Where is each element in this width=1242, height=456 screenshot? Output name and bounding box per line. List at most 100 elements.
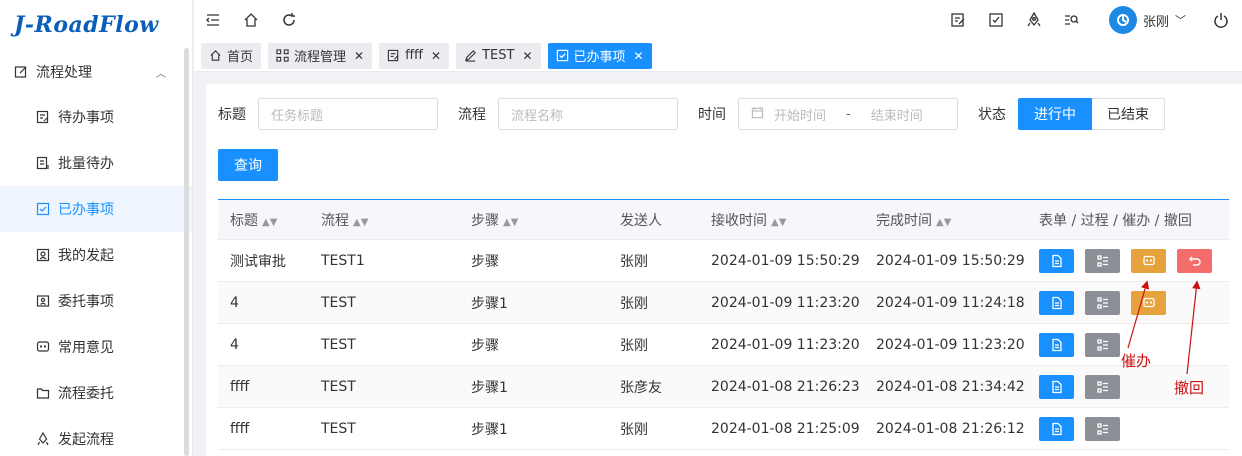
- sidebar-item-2[interactable]: 已办事项: [0, 186, 192, 232]
- close-icon[interactable]: ✕: [522, 49, 532, 63]
- cell-flow: TEST1: [321, 252, 365, 269]
- menu-group-flow[interactable]: 流程处理 ︿: [0, 50, 192, 94]
- urge-button[interactable]: [1131, 248, 1166, 273]
- cell-title: 测试审批: [230, 253, 286, 270]
- row-actions: [1028, 416, 1228, 441]
- column-header-2[interactable]: 步骤 ▲▼: [459, 210, 608, 230]
- column-header-0[interactable]: 标题 ▲▼: [218, 210, 309, 230]
- cell-completed: 2024-01-09 11:23:20: [876, 336, 1025, 353]
- process-button[interactable]: [1085, 290, 1120, 315]
- sidebar-item-3[interactable]: 我的发起: [0, 232, 192, 278]
- cell-step: 步骤1: [471, 295, 508, 312]
- sidebar-item-5[interactable]: 常用意见: [0, 324, 192, 370]
- column-header-4[interactable]: 接收时间 ▲▼: [699, 210, 864, 230]
- tab-1[interactable]: 流程管理 ✕: [268, 42, 373, 69]
- column-header-5[interactable]: 完成时间 ▲▼: [864, 210, 1028, 230]
- sort-icon[interactable]: ▲▼: [771, 217, 786, 228]
- chevron-down-icon[interactable]: ﹀: [1175, 12, 1186, 28]
- urge-button[interactable]: [1131, 290, 1166, 315]
- sidebar-item-4[interactable]: 委托事项: [0, 278, 192, 324]
- sidebar-item-0[interactable]: 待办事项: [0, 94, 192, 140]
- process-button[interactable]: [1085, 374, 1120, 399]
- form-button[interactable]: [1039, 290, 1074, 315]
- column-header-label: 标题: [230, 212, 258, 229]
- menu-group-label: 流程处理: [36, 65, 92, 81]
- process-button[interactable]: [1085, 332, 1120, 357]
- cell-step: 步骤: [471, 337, 499, 354]
- edit-note-icon[interactable]: [949, 11, 967, 29]
- query-button[interactable]: 查询: [218, 149, 278, 181]
- home-icon[interactable]: [242, 11, 260, 29]
- rocket-icon[interactable]: [1025, 11, 1043, 29]
- close-icon[interactable]: ✕: [354, 49, 364, 63]
- sort-icon[interactable]: ▲▼: [936, 217, 951, 228]
- chevron-up-icon[interactable]: ︿: [156, 65, 166, 80]
- column-header-1[interactable]: 流程 ▲▼: [309, 210, 459, 230]
- cell-step: 步骤1: [471, 421, 508, 438]
- cell-sender: 张刚: [620, 421, 648, 438]
- form-button[interactable]: [1039, 332, 1074, 357]
- column-header-label: 接收时间: [711, 212, 767, 229]
- start-time-placeholder[interactable]: 开始时间: [774, 105, 826, 124]
- process-button[interactable]: [1085, 416, 1120, 441]
- sort-icon[interactable]: ▲▼: [262, 217, 277, 228]
- title-input[interactable]: 任务标题: [258, 98, 438, 130]
- cell-completed: 2024-01-08 21:26:12: [876, 420, 1025, 437]
- form-button[interactable]: [1039, 416, 1074, 441]
- tab-0[interactable]: 首页: [201, 42, 262, 69]
- avatar[interactable]: [1108, 6, 1137, 34]
- form-button[interactable]: [1039, 248, 1074, 273]
- status-in-progress-button[interactable]: 进行中: [1018, 98, 1092, 130]
- withdraw-button[interactable]: [1177, 248, 1212, 273]
- pen-icon: [465, 50, 477, 62]
- done-icon: [36, 202, 50, 216]
- folder-icon: [36, 386, 50, 400]
- refresh-icon[interactable]: [280, 11, 298, 29]
- cell-received: 2024-01-09 15:50:29: [711, 252, 860, 269]
- status-finished-button[interactable]: 已结束: [1092, 98, 1165, 130]
- sidebar-item-1[interactable]: 批量待办: [0, 140, 192, 186]
- date-range-picker[interactable]: 开始时间 - 结束时间: [738, 98, 958, 130]
- cell-sender: 张刚: [620, 337, 648, 354]
- form-button[interactable]: [1039, 374, 1074, 399]
- checkbox-icon[interactable]: [987, 11, 1005, 29]
- main-content: 标题 任务标题 流程 流程名称 时间 开始时间 - 结束时间 状态 进行中 已结…: [206, 84, 1242, 456]
- top-header: 张刚 ﹀: [194, 0, 1242, 40]
- search-list-icon[interactable]: [1063, 11, 1081, 29]
- user-menu[interactable]: 张刚 ﹀: [1108, 6, 1186, 34]
- title-placeholder: 任务标题: [271, 108, 324, 124]
- edit-square-icon: [14, 65, 28, 79]
- cell-title: ffff: [230, 378, 250, 395]
- sidebar-scrollbar[interactable]: [184, 48, 189, 456]
- tab-4[interactable]: 已办事项 ✕: [547, 42, 652, 69]
- row-actions: [1028, 290, 1228, 315]
- form-edit-icon: [387, 49, 399, 62]
- todo-icon: [36, 110, 50, 124]
- close-icon[interactable]: ✕: [634, 49, 644, 63]
- time-label: 时间: [698, 107, 726, 123]
- home-icon: [210, 50, 221, 61]
- process-button[interactable]: [1085, 248, 1120, 273]
- tab-label: 流程管理: [294, 50, 347, 65]
- power-icon[interactable]: [1212, 11, 1230, 29]
- sidebar-item-6[interactable]: 流程委托: [0, 370, 192, 416]
- tab-3[interactable]: TEST ✕: [456, 42, 541, 69]
- cell-received: 2024-01-08 21:25:09: [711, 420, 860, 437]
- tab-2[interactable]: ffff ✕: [379, 42, 450, 69]
- sort-icon[interactable]: ▲▼: [353, 217, 368, 228]
- table-header-row: 标题 ▲▼ 流程 ▲▼ 步骤 ▲▼ 发送人 接收时间 ▲▼ 完成时间 ▲▼ 表单 / 过程 / 催办 …: [218, 200, 1229, 240]
- app-logo[interactable]: J-RoadFlow: [0, 0, 192, 50]
- user-name[interactable]: 张刚: [1143, 11, 1169, 30]
- sidebar-item-7[interactable]: 发起流程: [0, 416, 192, 456]
- close-icon[interactable]: ✕: [431, 49, 441, 63]
- sidebar-item-label: 已办事项: [58, 202, 114, 218]
- flow-input[interactable]: 流程名称: [498, 98, 678, 130]
- end-time-placeholder[interactable]: 结束时间: [871, 105, 923, 124]
- column-header-3: 发送人: [608, 210, 699, 230]
- calendar-icon: [751, 106, 764, 123]
- row-actions: [1028, 248, 1228, 273]
- collapse-menu-icon[interactable]: [204, 11, 222, 29]
- sort-icon[interactable]: ▲▼: [503, 217, 518, 228]
- flow-placeholder: 流程名称: [511, 108, 564, 124]
- cell-title: 4: [230, 336, 239, 353]
